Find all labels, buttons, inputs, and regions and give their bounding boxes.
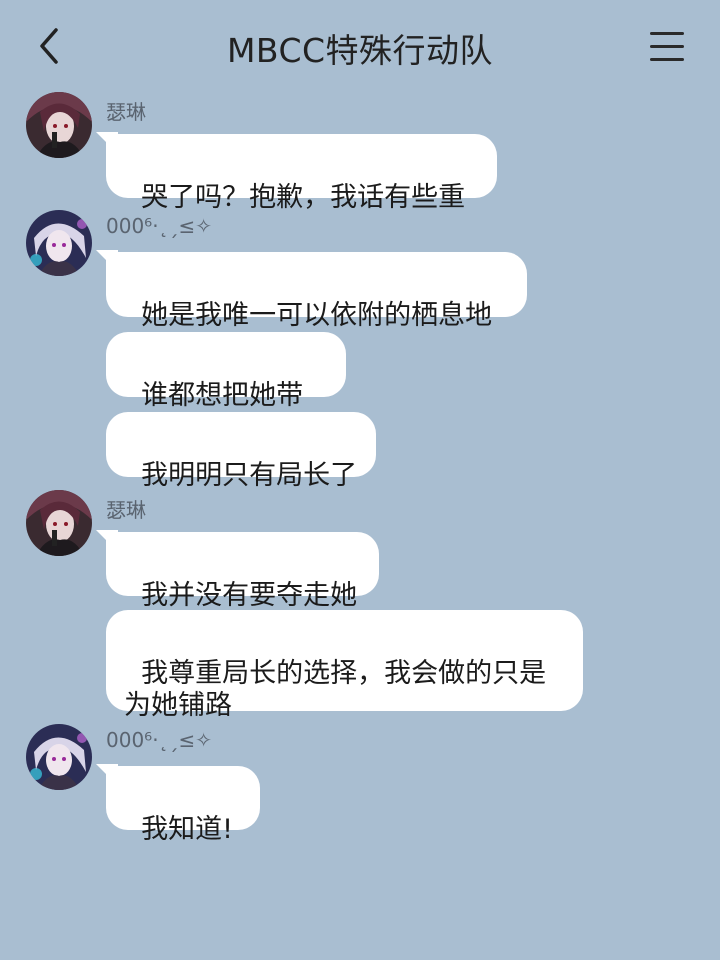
message-bubble[interactable]: 我知道! xyxy=(96,764,260,845)
avatar-000[interactable] xyxy=(26,724,92,790)
avatar-selin[interactable] xyxy=(26,92,92,158)
message-bubble[interactable]: 哭了吗？抱歉，我话有些重 xyxy=(96,132,497,213)
sender-name: 瑟琳 xyxy=(106,498,146,522)
page-title: MBCC特殊行动队 xyxy=(226,31,494,70)
message-bubble[interactable]: 我尊重局长的选择，我会做的只是为她铺路 xyxy=(106,610,583,721)
message-bubble[interactable]: 她是我唯一可以依附的栖息地 xyxy=(96,250,527,331)
sender-name: 000⁶·˛ˏ≤✧ xyxy=(106,214,213,238)
message-bubble[interactable]: 我明明只有局长了 xyxy=(106,412,376,491)
message-bubble[interactable]: 谁都想把她带走 xyxy=(106,332,346,443)
menu-button[interactable] xyxy=(648,28,688,68)
avatar-selin[interactable] xyxy=(26,490,92,556)
message-bubble[interactable]: 我并没有要夺走她 xyxy=(96,530,379,611)
hamburger-menu-icon xyxy=(650,32,684,35)
sender-name: 瑟琳 xyxy=(106,100,146,124)
sender-name: 000⁶·˛ˏ≤✧ xyxy=(106,728,213,752)
top-bar: MBCC特殊行动队 xyxy=(0,0,720,92)
avatar-000[interactable] xyxy=(26,210,92,276)
